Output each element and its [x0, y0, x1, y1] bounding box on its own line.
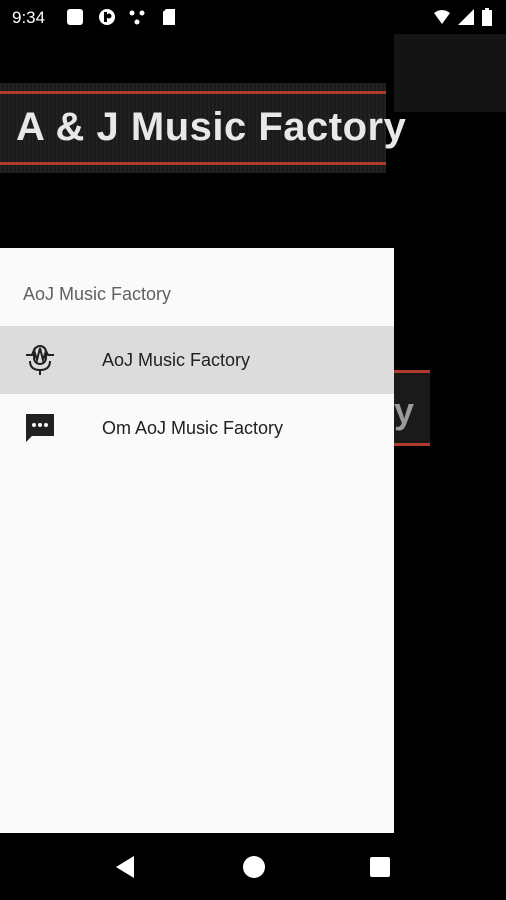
share-notification-icon [129, 10, 145, 25]
signal-icon [458, 9, 474, 25]
media-notification-icon [99, 9, 115, 25]
home-button[interactable] [240, 853, 268, 881]
navigation-drawer: AoJ Music Factory AoJ Music Factory Om A… [0, 248, 394, 833]
app-bar [394, 34, 506, 112]
recents-button[interactable] [366, 853, 394, 881]
banner-title: A & J Music Factory [16, 105, 407, 149]
battery-icon [482, 8, 492, 26]
background-banner-text: y [394, 390, 415, 431]
drawer-item-aoj-music-factory[interactable]: AoJ Music Factory [0, 326, 394, 394]
microphone-icon [26, 345, 54, 375]
drawer-item-label: AoJ Music Factory [102, 350, 251, 370]
background-banner: y [394, 370, 430, 446]
drawer-item-label: Om AoJ Music Factory [102, 418, 284, 438]
back-button[interactable] [112, 853, 140, 881]
status-time: 9:34 [12, 8, 46, 27]
logo-banner: A & J Music Factory [0, 83, 406, 173]
wifi-icon [434, 10, 450, 24]
square-notification-icon [67, 9, 83, 25]
drawer-header: AoJ Music Factory [23, 284, 172, 304]
drawer-item-om-aoj-music-factory[interactable]: Om AoJ Music Factory [0, 394, 394, 462]
system-nav-bar [0, 833, 506, 900]
chat-icon [26, 414, 54, 442]
sd-card-icon [163, 9, 175, 25]
status-bar: 9:34 [0, 0, 506, 34]
